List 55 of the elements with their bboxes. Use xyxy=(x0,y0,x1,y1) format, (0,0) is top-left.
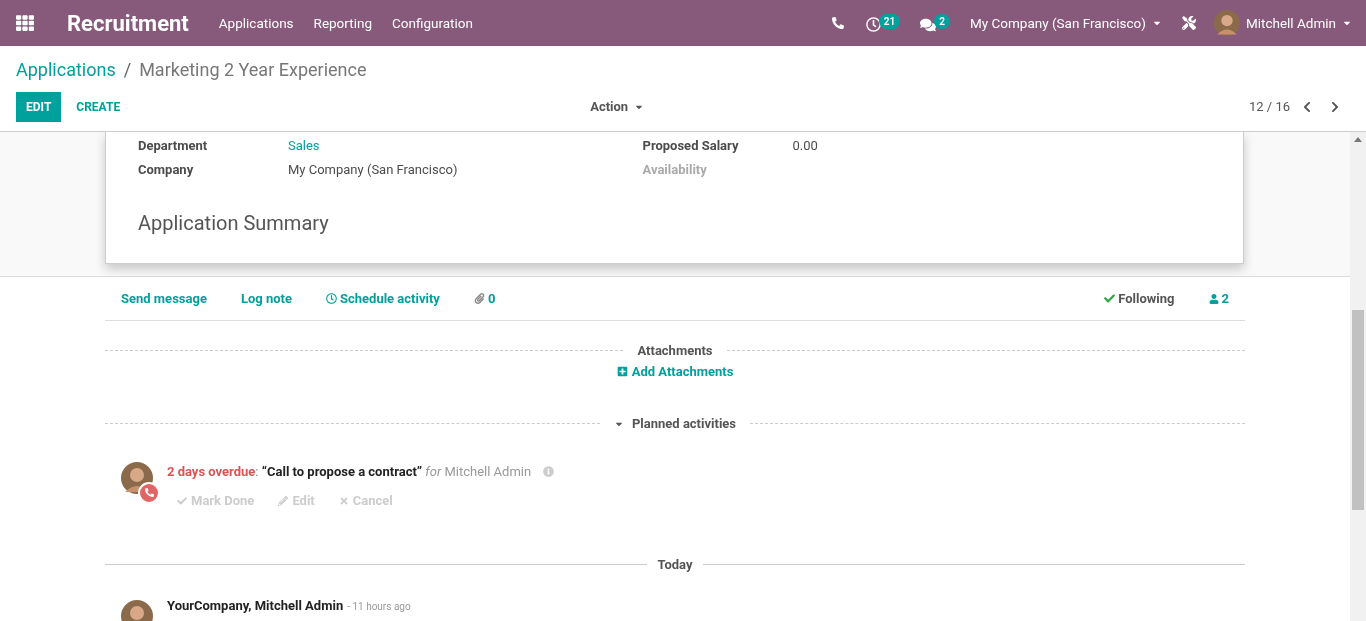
edit-button[interactable]: EDIT xyxy=(16,92,62,122)
messages-icon[interactable] xyxy=(920,16,937,33)
plus-icon xyxy=(616,365,628,377)
field-label: Proposed Salary xyxy=(642,137,740,156)
user-icon xyxy=(1208,293,1219,304)
clock-icon xyxy=(326,293,337,304)
message-count-badge: 2 xyxy=(934,13,950,29)
tools-icon[interactable] xyxy=(1181,16,1196,30)
pencil-icon xyxy=(278,495,289,506)
attachments-heading: Attachments xyxy=(636,342,714,360)
following-button[interactable]: Following xyxy=(1104,288,1175,309)
next-icon[interactable] xyxy=(1330,101,1340,113)
pager-value: 12 / 16 xyxy=(1248,98,1290,117)
field-value: My Company (San Francisco) xyxy=(288,161,458,180)
user-menu[interactable]: Mitchell Admin xyxy=(1213,10,1352,36)
message-time: - 11 hours ago xyxy=(347,601,411,612)
add-attachments-link[interactable]: Add Attachments xyxy=(616,361,734,381)
field-value: 0.00 xyxy=(792,137,818,156)
check-icon xyxy=(1104,293,1116,304)
menu-link[interactable]: Applications xyxy=(208,12,304,34)
section-title: Application Summary xyxy=(138,210,330,237)
activity-count-badge: 21 xyxy=(878,14,901,29)
message-author: YourCompany, Mitchell Admin xyxy=(167,598,344,613)
create-button[interactable]: CREATE xyxy=(61,92,136,122)
check-icon xyxy=(177,495,187,506)
send-message-link[interactable]: Send message xyxy=(121,288,207,309)
phone-icon xyxy=(144,488,154,497)
phone-icon[interactable] xyxy=(831,17,844,29)
previous-icon[interactable] xyxy=(1302,101,1312,113)
app-title: Recruitment xyxy=(67,9,189,38)
followers-button[interactable]: 2 xyxy=(1208,288,1229,309)
close-icon xyxy=(338,495,349,506)
field-label: Availability xyxy=(642,161,708,180)
breadcrumb-separator: / xyxy=(123,57,132,82)
log-note-link[interactable]: Log note xyxy=(240,288,292,309)
menu-link[interactable]: Configuration xyxy=(381,12,483,34)
field-label: Company xyxy=(138,161,195,180)
activity-icon[interactable] xyxy=(865,17,881,32)
scroll-up-arrow-icon[interactable] xyxy=(1354,137,1362,142)
schedule-activity-link[interactable]: Schedule activity xyxy=(326,288,440,309)
planned-activities-toggle[interactable]: Planned activities xyxy=(599,414,751,434)
field-label: Department xyxy=(138,137,209,156)
paperclip-icon xyxy=(473,293,485,304)
date-separator: Today xyxy=(656,555,694,574)
avatar-icon xyxy=(1213,10,1240,36)
company-switcher[interactable]: My Company (San Francisco) xyxy=(970,12,1162,34)
scrollbar[interactable] xyxy=(1350,132,1366,621)
menu-link[interactable]: Reporting xyxy=(303,12,382,34)
field-link[interactable]: Sales xyxy=(288,136,320,156)
activity-text: 2 days overdue: “Call to propose a contract” for Mitchell Admin xyxy=(167,462,532,481)
attachments-button[interactable]: 0 xyxy=(473,288,496,309)
breadcrumb-current: Marketing 2 Year Experience xyxy=(139,57,367,82)
breadcrumb-link[interactable]: Applications xyxy=(16,55,116,83)
apps-menu-icon[interactable] xyxy=(16,14,34,32)
action-dropdown[interactable]: Action xyxy=(590,97,645,117)
